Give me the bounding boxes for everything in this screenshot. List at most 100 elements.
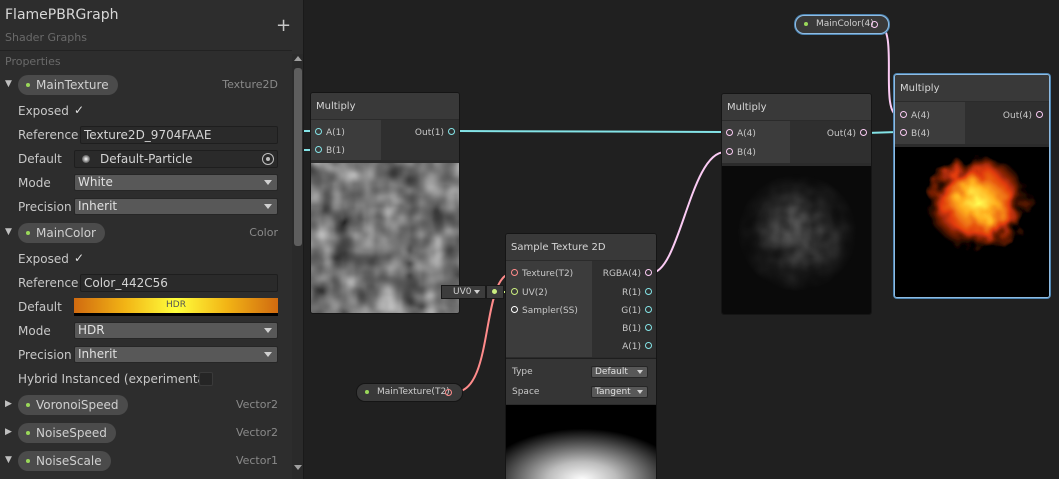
uv-value: UV0 bbox=[453, 287, 472, 297]
object-picker-icon[interactable] bbox=[262, 153, 274, 165]
port-dot-icon bbox=[871, 21, 878, 28]
hybrid-instanced-checkbox[interactable] bbox=[199, 372, 213, 386]
field-label: Reference bbox=[18, 128, 79, 142]
property-pill[interactable]: VoronoiSpeed bbox=[18, 395, 128, 415]
dropdown-value: Tangent bbox=[595, 387, 631, 397]
property-name: NoiseSpeed bbox=[36, 426, 107, 440]
port-dot-icon bbox=[448, 128, 455, 135]
chevron-down-icon bbox=[264, 328, 272, 333]
port-dot-icon bbox=[645, 306, 652, 313]
edge-sample-to-multiply2[interactable] bbox=[650, 151, 726, 274]
port-label: Out(4) bbox=[1002, 111, 1032, 121]
chevron-down-icon bbox=[264, 204, 272, 209]
add-property-button[interactable]: + bbox=[276, 17, 291, 35]
type-dropdown[interactable]: Default bbox=[591, 366, 648, 378]
property-voronoispeed[interactable]: ▶ VoronoiSpeed Vector2 bbox=[0, 394, 290, 416]
port-label: A(1) bbox=[326, 128, 345, 138]
input-port-b[interactable]: B(4) bbox=[726, 146, 756, 160]
hdr-color-swatch[interactable]: HDR bbox=[74, 298, 278, 316]
edge-multiply1-to-multiply2[interactable] bbox=[455, 130, 726, 133]
field-label: Default bbox=[18, 300, 62, 314]
default-texture-field[interactable]: Default-Particle bbox=[74, 150, 278, 168]
output-port-out[interactable]: Out(4) bbox=[827, 127, 867, 141]
dropdown-value: HDR bbox=[78, 323, 105, 337]
expand-caret-icon[interactable]: ▼ bbox=[5, 455, 12, 465]
property-pill[interactable]: MainColor bbox=[18, 223, 105, 243]
property-maincolor[interactable]: ▼ MainColor Color bbox=[0, 222, 290, 244]
port-label: R(1) bbox=[621, 288, 641, 298]
output-port-a[interactable]: A(1) bbox=[622, 340, 652, 354]
properties-section-label: Properties bbox=[0, 50, 292, 72]
property-dot-icon bbox=[26, 459, 30, 463]
output-port-r[interactable]: R(1) bbox=[622, 286, 652, 300]
space-dropdown[interactable]: Tangent bbox=[591, 386, 648, 398]
expand-caret-icon[interactable]: ▶ bbox=[5, 427, 12, 437]
property-pill[interactable]: NoiseSpeed bbox=[18, 423, 116, 443]
property-type: Vector1 bbox=[235, 454, 278, 467]
exposed-checkbox[interactable]: ✓ bbox=[74, 103, 88, 117]
scroll-up-icon[interactable] bbox=[294, 56, 302, 61]
uv-port-link[interactable] bbox=[486, 285, 504, 299]
input-port-b[interactable]: B(4) bbox=[900, 127, 930, 141]
input-port-a[interactable]: A(1) bbox=[315, 126, 345, 140]
masked-noise-preview bbox=[722, 166, 871, 314]
output-port-g[interactable]: G(1) bbox=[621, 304, 652, 318]
field-label: Mode bbox=[18, 176, 51, 190]
maintexture-property-node[interactable]: MainTexture(T2) bbox=[356, 383, 463, 402]
port-label: UV(2) bbox=[522, 288, 548, 298]
port-dot-icon bbox=[645, 342, 652, 349]
node-ports: Texture(T2) UV(2) Sampler(SS) RGBA(4) R(… bbox=[506, 261, 656, 357]
input-port-texture[interactable]: Texture(T2) bbox=[511, 267, 573, 281]
port-dot-icon bbox=[315, 128, 322, 135]
port-dot-icon bbox=[726, 148, 733, 155]
input-port-sampler[interactable]: Sampler(SS) bbox=[511, 304, 578, 318]
port-label: B(4) bbox=[911, 129, 930, 139]
property-noisespeed[interactable]: ▶ NoiseSpeed Vector2 bbox=[0, 422, 290, 444]
blackboard-scrollbar[interactable] bbox=[292, 54, 303, 479]
port-label: A(4) bbox=[737, 129, 756, 139]
uv-channel-dropdown[interactable]: UV0 bbox=[441, 285, 486, 299]
property-dot-icon bbox=[26, 231, 30, 235]
sample-texture-2d-node[interactable]: Sample Texture 2D Texture(T2) UV(2) Samp… bbox=[505, 233, 657, 479]
multiply-node-1[interactable]: Multiply A(1) B(1) Out(1) bbox=[310, 92, 460, 314]
property-noisescale[interactable]: ▼ NoiseScale Vector1 bbox=[0, 450, 290, 472]
property-pill[interactable]: NoiseScale bbox=[18, 451, 111, 471]
precision-dropdown[interactable]: Inherit bbox=[74, 346, 278, 363]
input-port-b[interactable]: B(1) bbox=[315, 144, 345, 158]
expand-caret-icon[interactable]: ▶ bbox=[5, 399, 12, 409]
default-row: Default HDR bbox=[0, 297, 290, 317]
expand-caret-icon[interactable]: ▼ bbox=[5, 79, 12, 89]
output-port-rgba[interactable]: RGBA(4) bbox=[603, 267, 652, 281]
exposed-checkbox[interactable]: ✓ bbox=[74, 251, 88, 265]
property-maintexture[interactable]: ▼ MainTexture Texture2D bbox=[0, 74, 290, 96]
input-port-a[interactable]: A(4) bbox=[726, 127, 756, 141]
mode-dropdown[interactable]: White bbox=[74, 174, 278, 191]
reference-row: Reference Texture2D_9704FAAE bbox=[0, 125, 290, 145]
port-label: Sampler(SS) bbox=[522, 306, 578, 316]
exposed-row: Exposed ✓ bbox=[0, 249, 290, 269]
port-dot-icon bbox=[645, 288, 652, 295]
dropdown-value: White bbox=[78, 175, 113, 189]
chevron-down-icon bbox=[264, 352, 272, 357]
maincolor-property-node[interactable]: MainColor(4) bbox=[795, 15, 889, 34]
multiply-node-2[interactable]: Multiply A(4) B(4) Out(4) bbox=[721, 93, 872, 315]
field-label: Precision bbox=[18, 200, 72, 214]
property-pill[interactable]: MainTexture bbox=[18, 75, 118, 95]
multiply-node-3[interactable]: Multiply A(4) B(4) Out(4) bbox=[894, 74, 1050, 298]
output-port-out[interactable]: Out(4) bbox=[1003, 109, 1043, 123]
node-ports: A(4) B(4) Out(4) bbox=[722, 121, 871, 163]
node-ports: A(1) B(1) Out(1) bbox=[311, 120, 459, 160]
reference-input[interactable]: Texture2D_9704FAAE bbox=[80, 126, 278, 144]
input-port-a[interactable]: A(4) bbox=[900, 109, 930, 123]
scrollbar-thumb[interactable] bbox=[294, 68, 302, 246]
expand-caret-icon[interactable]: ▼ bbox=[5, 227, 12, 237]
reference-input[interactable]: Color_442C56 bbox=[80, 274, 278, 292]
mode-dropdown[interactable]: HDR bbox=[74, 322, 278, 339]
blackboard-panel: FlamePBRGraph Shader Graphs + Properties… bbox=[0, 0, 304, 479]
port-dot-icon bbox=[315, 146, 322, 153]
scroll-down-icon[interactable] bbox=[294, 465, 302, 470]
input-port-uv[interactable]: UV(2) bbox=[511, 286, 548, 300]
precision-dropdown[interactable]: Inherit bbox=[74, 198, 278, 215]
output-port-b[interactable]: B(1) bbox=[622, 322, 652, 336]
output-port-out[interactable]: Out(1) bbox=[415, 126, 455, 140]
